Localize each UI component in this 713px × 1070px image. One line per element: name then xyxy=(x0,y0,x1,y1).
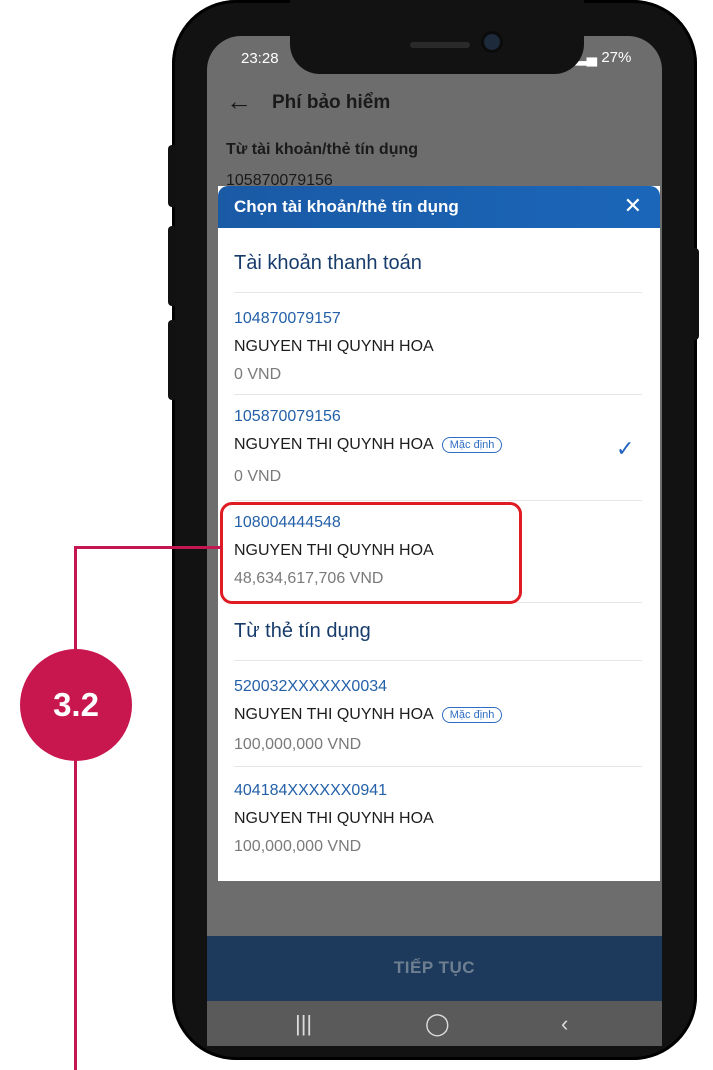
divider xyxy=(234,766,642,767)
home-icon[interactable]: ◯ xyxy=(425,1011,450,1037)
status-time: 23:28 xyxy=(241,50,279,67)
credit-section-title: Từ thẻ tín dụng xyxy=(234,620,371,642)
account-number: 104870079157 xyxy=(234,310,341,327)
close-icon[interactable]: ✕ xyxy=(624,195,642,217)
back-nav-icon[interactable]: ‹ xyxy=(561,1011,568,1037)
card-limit: 100,000,000 VND xyxy=(234,736,362,753)
account-balance: 0 VND xyxy=(234,366,282,383)
card-holder-name: NGUYEN THI QUYNH HOA xyxy=(234,810,434,827)
account-name: NGUYEN THI QUYNH HOA xyxy=(234,436,434,453)
default-badge: Mặc định xyxy=(441,437,503,453)
card-number: 520032XXXXXX0034 xyxy=(234,678,388,695)
system-nav-bar: ||| ◯ ‹ xyxy=(207,1001,662,1046)
notch xyxy=(290,0,584,74)
divider xyxy=(234,660,642,661)
card-holder-name: NGUYEN THI QUYNH HOA xyxy=(234,706,434,723)
checkmark-icon: ✓ xyxy=(616,436,635,461)
leader-line xyxy=(74,546,77,1070)
payment-section-title: Tài khoản thanh toán xyxy=(234,252,422,274)
account-balance: 0 VND xyxy=(234,468,282,485)
bixby-button xyxy=(168,320,177,400)
highlight-box xyxy=(220,502,522,604)
camera xyxy=(484,34,500,50)
card-name-row: NGUYEN THI QUYNH HOA Mặc định xyxy=(234,706,503,724)
modal-title: Chọn tài khoản/thẻ tín dụng xyxy=(234,197,459,216)
volume-up-button xyxy=(168,145,177,207)
account-name-row: NGUYEN THI QUYNH HOA Mặc định xyxy=(234,436,503,454)
modal-header: Chọn tài khoản/thẻ tín dụng ✕ xyxy=(218,186,660,228)
volume-down-button xyxy=(168,226,177,306)
step-badge: 3.2 xyxy=(20,649,132,761)
divider xyxy=(234,394,642,395)
battery-percent: 27% xyxy=(601,49,632,66)
continue-button[interactable]: TIẾP TỤC xyxy=(207,936,662,1001)
divider xyxy=(234,292,642,293)
leader-line xyxy=(74,546,221,549)
recent-apps-icon[interactable]: ||| xyxy=(295,1011,312,1037)
power-button xyxy=(690,248,699,340)
card-number: 404184XXXXXX0941 xyxy=(234,782,388,799)
back-arrow-icon[interactable]: ← xyxy=(226,88,252,114)
speaker xyxy=(410,42,470,48)
from-account-label: Từ tài khoản/thẻ tín dụng xyxy=(226,141,419,158)
continue-label: TIẾP TỤC xyxy=(393,958,476,977)
default-badge: Mặc định xyxy=(441,707,503,723)
divider xyxy=(234,500,642,501)
account-number: 105870079156 xyxy=(234,408,341,425)
account-name: NGUYEN THI QUYNH HOA xyxy=(234,338,434,355)
page-title: Phí bảo hiểm xyxy=(272,92,391,113)
card-limit: 100,000,000 VND xyxy=(234,838,362,855)
status-battery: ▂▄ 27% xyxy=(575,48,631,66)
